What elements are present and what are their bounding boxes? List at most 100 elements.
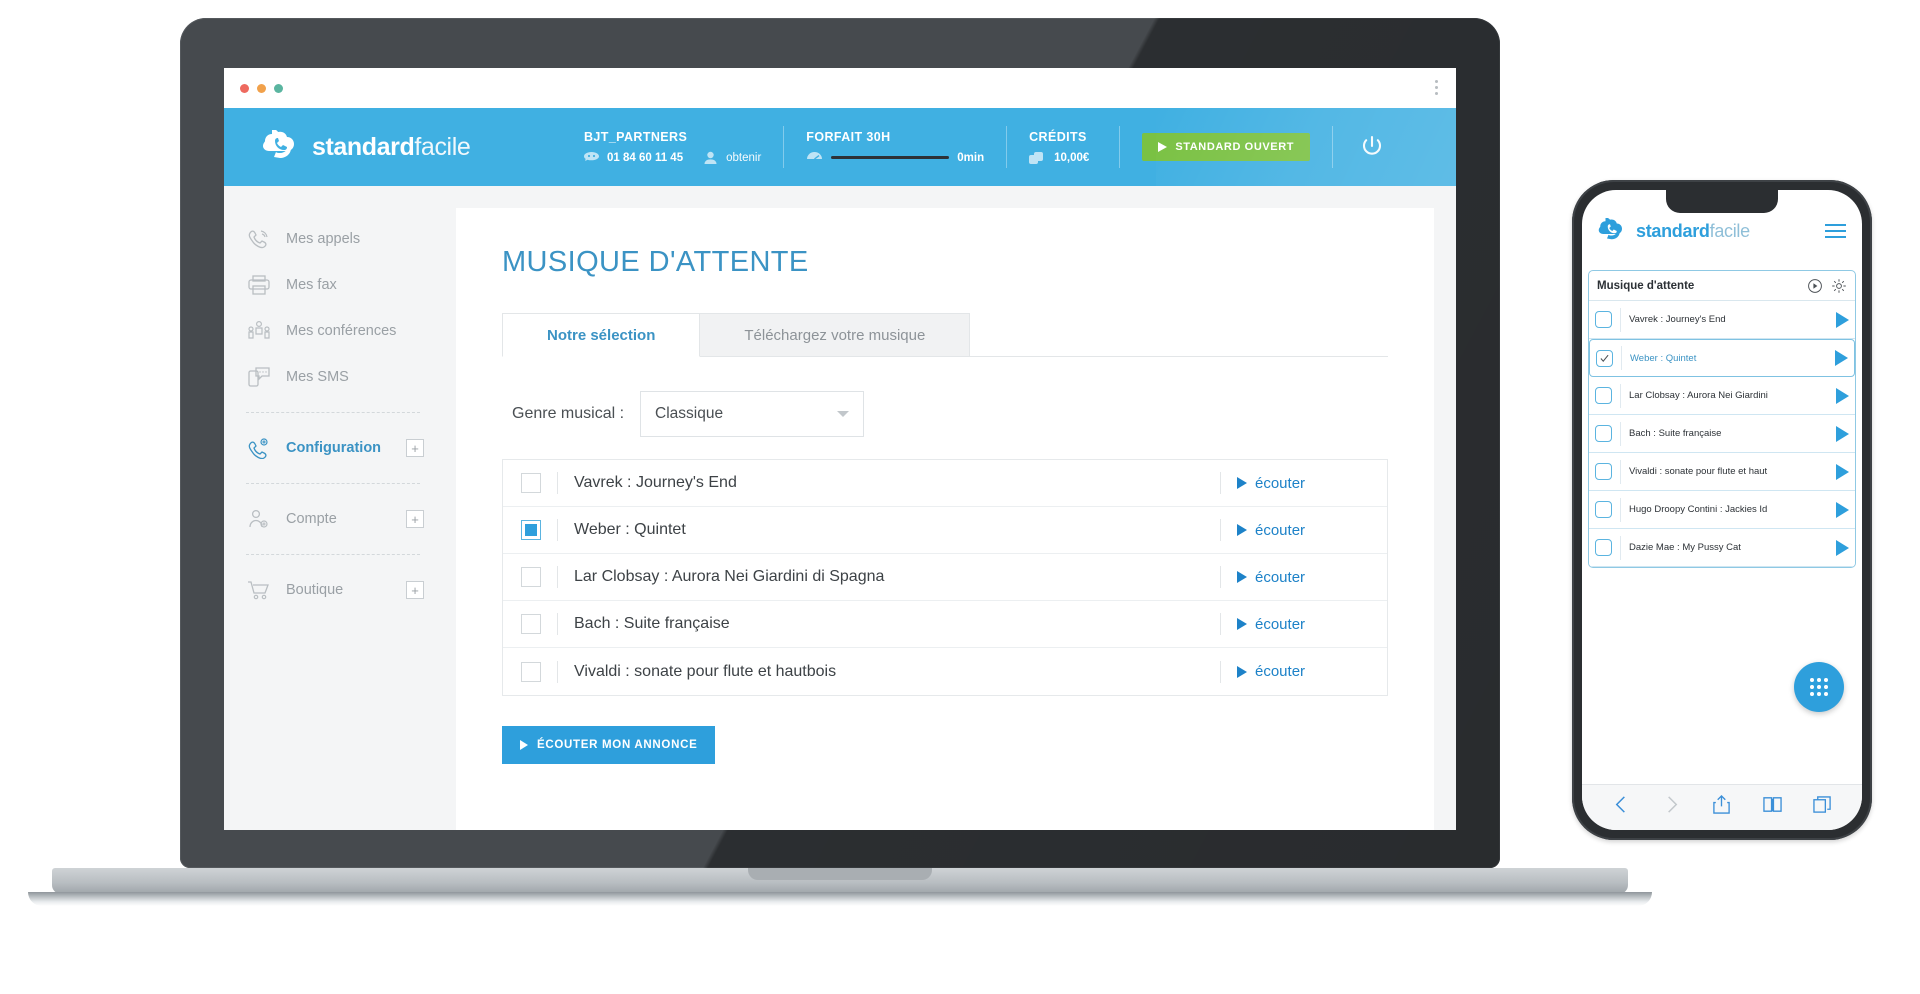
sidebar-item-mes-appels[interactable]: Mes appels xyxy=(224,216,442,262)
listen-button[interactable]: écouter xyxy=(1237,475,1387,492)
play-icon xyxy=(1237,618,1247,630)
laptop-mockup: standardfacile BJT_PARTNERS 01 84 60 11 … xyxy=(28,18,1652,906)
laptop-base-notch xyxy=(748,868,932,880)
listen-button[interactable]: écouter xyxy=(1237,569,1387,586)
gear-icon[interactable] xyxy=(1831,278,1847,294)
mobile-play-icon[interactable] xyxy=(1836,463,1849,480)
mobile-track-row[interactable]: Bach : Suite française xyxy=(1589,415,1855,453)
mobile-track-row[interactable]: Dazie Mae : My Pussy Cat xyxy=(1589,529,1855,567)
track-row[interactable]: Weber : Quintet écouter xyxy=(503,507,1387,554)
mobile-play-icon[interactable] xyxy=(1836,311,1849,328)
phone-screen: standardfacile Musique d'attente Vavrek … xyxy=(1582,190,1862,830)
obtain-link[interactable]: obtenir xyxy=(726,152,761,164)
mobile-track-checkbox[interactable] xyxy=(1595,463,1612,480)
mobile-track-checkbox[interactable] xyxy=(1596,349,1613,367)
mobile-track-checkbox[interactable] xyxy=(1595,387,1612,404)
mobile-play-icon[interactable] xyxy=(1835,350,1848,366)
mobile-play-icon[interactable] xyxy=(1836,425,1849,442)
genre-select[interactable]: Classique xyxy=(640,391,865,437)
mobile-track-checkbox[interactable] xyxy=(1595,425,1612,442)
genre-selector-row: Genre musical : Classique xyxy=(512,391,1388,437)
mobile-track-checkbox[interactable] xyxy=(1595,501,1612,518)
row-divider xyxy=(1620,497,1621,522)
mobile-track-row[interactable]: Vavrek : Journey's End xyxy=(1589,301,1855,339)
mobile-play-icon[interactable] xyxy=(1836,539,1849,556)
forward-icon[interactable] xyxy=(1662,795,1681,814)
mobile-track-row[interactable]: Lar Clobsay : Aurora Nei Giardini xyxy=(1589,377,1855,415)
phone-ring-icon xyxy=(246,227,272,251)
account-phone: 01 84 60 11 45 xyxy=(607,151,684,164)
listen-button[interactable]: écouter xyxy=(1237,522,1387,539)
genre-select-value: Classique xyxy=(655,405,724,422)
mobile-track-row[interactable]: Vivaldi : sonate pour flute et haut xyxy=(1589,453,1855,491)
coins-icon xyxy=(1029,151,1044,164)
mobile-track-checkbox[interactable] xyxy=(1595,311,1612,328)
play-circle-icon[interactable] xyxy=(1807,278,1823,294)
window-controls[interactable] xyxy=(240,83,283,93)
hamburger-menu-icon[interactable] xyxy=(1825,224,1846,238)
track-checkbox[interactable] xyxy=(521,473,541,493)
track-row[interactable]: Vivaldi : sonate pour flute et hautbois … xyxy=(503,648,1387,695)
close-window-dot[interactable] xyxy=(240,83,249,93)
mobile-track-row[interactable]: Weber : Quintet xyxy=(1589,339,1855,377)
screenshot-stage: standardfacile BJT_PARTNERS 01 84 60 11 … xyxy=(0,0,1920,994)
mobile-track-checkbox[interactable] xyxy=(1595,539,1612,556)
mobile-track-row[interactable]: Hugo Droopy Contini : Jackies Id xyxy=(1589,491,1855,529)
track-name: Weber : Quintet xyxy=(574,521,686,538)
sidebar-item-label: Mes conférences xyxy=(286,323,397,339)
sidebar-expand-compte[interactable]: + xyxy=(406,510,424,528)
main-content: MUSIQUE D'ATTENTE Notre sélection Téléch… xyxy=(442,186,1456,830)
mobile-track-name: Weber : Quintet xyxy=(1630,352,1697,364)
sidebar-item-mes-sms[interactable]: Mes SMS xyxy=(224,354,442,400)
checkmark-icon xyxy=(1600,354,1609,362)
minimize-window-dot[interactable] xyxy=(257,83,266,93)
zoom-window-dot[interactable] xyxy=(274,83,283,93)
tabs-icon[interactable] xyxy=(1813,795,1832,814)
tab-bar: Notre sélection Téléchargez votre musiqu… xyxy=(502,313,1388,357)
track-checkbox[interactable] xyxy=(521,520,541,540)
sidebar-item-mes-conferences[interactable]: Mes conférences xyxy=(224,308,442,354)
tab-telechargez-votre-musique[interactable]: Téléchargez votre musique xyxy=(700,313,971,357)
back-icon[interactable] xyxy=(1612,795,1631,814)
track-list: Vavrek : Journey's End écouter Weber: Q… xyxy=(502,459,1388,696)
mobile-play-icon[interactable] xyxy=(1836,501,1849,518)
sidebar-item-mes-fax[interactable]: Mes fax xyxy=(224,262,442,308)
listen-announcement-label: ÉCOUTER MON ANNONCE xyxy=(537,739,698,751)
phone-mockup: standardfacile Musique d'attente Vavrek … xyxy=(1572,180,1872,840)
genre-label: Genre musical : xyxy=(512,405,625,422)
listen-announcement-button[interactable]: ÉCOUTER MON ANNONCE xyxy=(502,726,716,764)
listen-button[interactable]: écouter xyxy=(1237,663,1387,680)
track-checkbox[interactable] xyxy=(521,661,541,682)
track-row[interactable]: Lar Clobsay : Aurora Nei Giardini di Spa… xyxy=(503,554,1387,601)
mobile-play-icon[interactable] xyxy=(1836,387,1849,404)
share-icon[interactable] xyxy=(1712,795,1731,814)
tab-label: Téléchargez votre musique xyxy=(744,326,926,344)
row-divider xyxy=(1620,459,1621,484)
kebab-menu-icon[interactable] xyxy=(1435,80,1438,95)
sidebar-item-boutique[interactable]: Boutique + xyxy=(224,567,442,613)
gauge-icon xyxy=(807,151,823,160)
tab-notre-selection[interactable]: Notre sélection xyxy=(502,313,701,357)
bookmarks-icon[interactable] xyxy=(1763,795,1782,814)
track-row[interactable]: Vavrek : Journey's End écouter xyxy=(503,460,1387,507)
standard-status-button[interactable]: STANDARD OUVERT xyxy=(1142,133,1311,161)
sidebar-item-configuration[interactable]: Configuration + xyxy=(224,425,442,471)
plan-usage-bar xyxy=(831,156,950,159)
power-icon[interactable] xyxy=(1359,134,1385,160)
sidebar-item-compte[interactable]: Compte + xyxy=(224,496,442,542)
row-divider xyxy=(557,519,558,541)
app-header: standardfacile BJT_PARTNERS 01 84 60 11 … xyxy=(224,108,1456,186)
play-icon xyxy=(1237,524,1247,536)
track-checkbox[interactable] xyxy=(521,567,541,587)
track-row[interactable]: Bach : Suite française écouter xyxy=(503,601,1387,648)
track-name: Vavrek : Journey's End xyxy=(574,474,737,491)
listen-button[interactable]: écouter xyxy=(1237,616,1387,633)
dialpad-icon[interactable] xyxy=(1794,662,1844,712)
row-divider xyxy=(1220,472,1221,494)
brand-logo[interactable]: standardfacile xyxy=(262,129,562,164)
play-icon xyxy=(1237,571,1247,583)
user-gear-icon xyxy=(246,507,272,531)
sidebar-expand-configuration[interactable]: + xyxy=(406,439,424,457)
sidebar-expand-boutique[interactable]: + xyxy=(406,581,424,599)
track-checkbox[interactable] xyxy=(521,614,541,634)
